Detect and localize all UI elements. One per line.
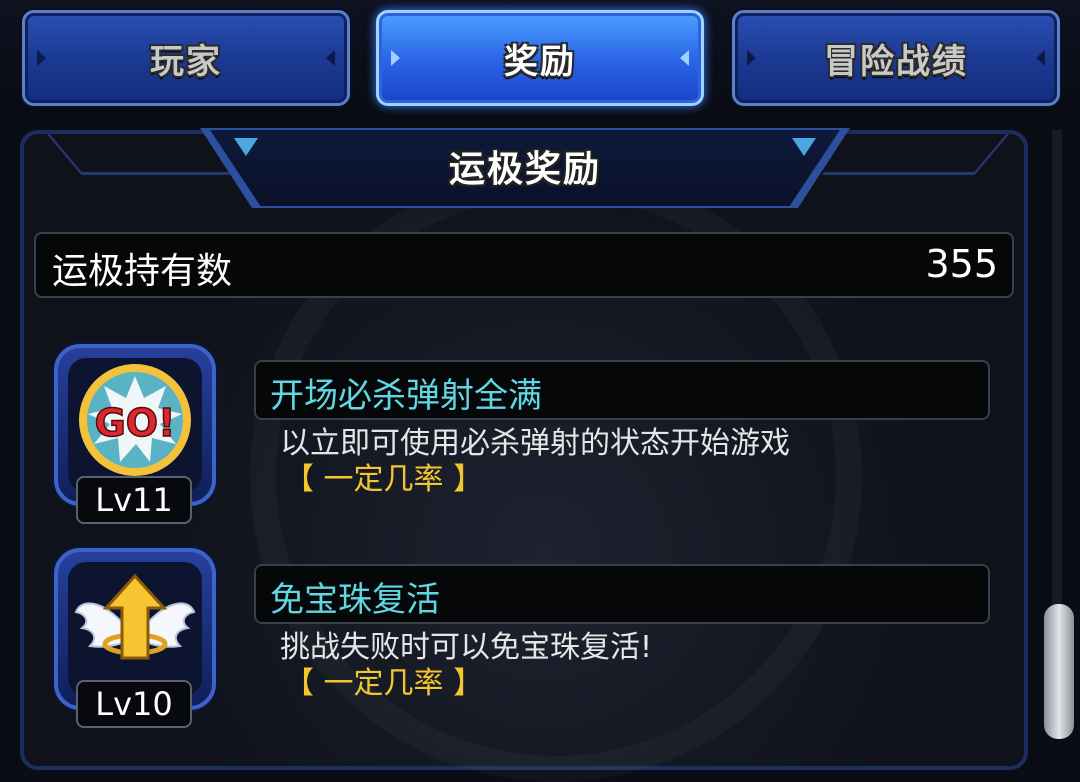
luck-count-row: 运极持有数 355 [34,232,1014,298]
tab-label: 冒险战绩 [824,41,968,82]
svg-text:GO!: GO! [95,401,176,445]
reward-name-box: 开场必杀弹射全满 [254,360,990,420]
tab-bar: 玩家 奖励 冒险战绩 [0,0,1080,126]
reward-name: 免宝珠复活 [270,580,440,620]
tab-player[interactable]: 玩家 [22,10,350,106]
tab-label: 玩家 [150,41,222,82]
reward-chance: 【 一定几率 】 [284,462,484,497]
luck-count-value: 355 [925,242,998,286]
reward-level-badge: Lv10 [76,680,192,728]
reward-level-badge: Lv11 [76,476,192,524]
tab-arrow-right-icon [326,50,335,66]
tab-arrow-left-icon [747,50,756,66]
tab-arrow-left-icon [37,50,46,66]
reward-chance: 【 一定几率 】 [284,666,484,701]
reward-name: 开场必杀弹射全满 [270,376,542,416]
tab-arrow-right-icon [1036,50,1045,66]
go-burst-icon: GO! [79,364,191,476]
tab-label: 奖励 [504,41,576,82]
reward-name-box: 免宝珠复活 [254,564,990,624]
winged-arrow-icon [74,573,196,660]
tab-rewards[interactable]: 奖励 [376,10,704,106]
tab-arrow-right-icon [680,50,689,66]
reward-item[interactable]: Lv10 免宝珠复活 挑战失败时可以免宝珠复活! 【 一定几率 】 [0,548,1080,738]
section-title: 运极奖励 [448,149,601,190]
reward-item[interactable]: GO! Lv11 开场必杀弹射全满 以立即可使用必杀弹射的状态开始游戏 【 一定… [0,344,1080,534]
tab-arrow-left-icon [391,50,400,66]
luck-count-label: 运极持有数 [52,251,233,292]
scrollbar-thumb[interactable] [1044,604,1074,739]
tab-adventure-record[interactable]: 冒险战绩 [732,10,1060,106]
